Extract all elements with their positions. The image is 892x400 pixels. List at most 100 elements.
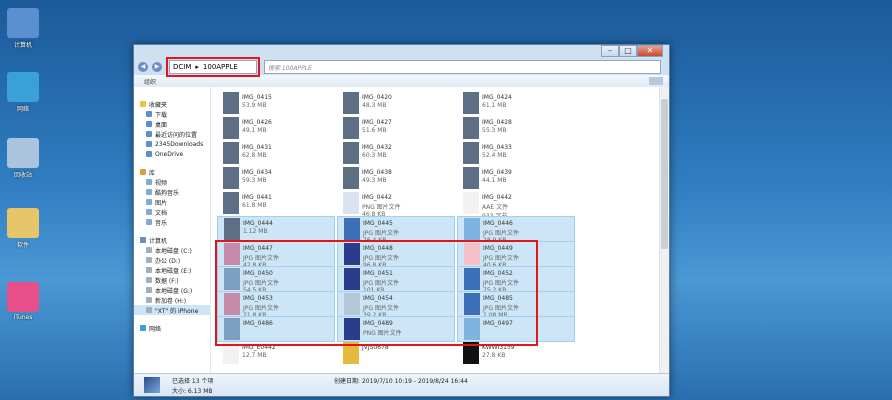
desktop-icon[interactable]: 网络 xyxy=(2,72,44,113)
close-button[interactable]: ✕ xyxy=(637,45,663,57)
file-thumbnail xyxy=(223,117,239,139)
file-name: KWWI3159 xyxy=(482,344,515,351)
address-bar[interactable]: DCIM ▸ 100APPLE xyxy=(169,60,257,74)
nav-item[interactable]: 图片 xyxy=(134,197,210,207)
file-item[interactable]: IMG_0486 xyxy=(217,316,335,342)
view-options-icon[interactable] xyxy=(649,77,663,85)
file-name: IMG_0489 xyxy=(363,320,393,327)
file-item[interactable]: IMG_0432 60.3 MB xyxy=(337,141,453,165)
file-name: IMG_0432 xyxy=(362,144,392,151)
nav-group[interactable]: 收藏夹 xyxy=(134,99,210,109)
file-item[interactable]: IMG_0445JPG 图片文件76.4 KB xyxy=(337,216,455,244)
nav-item[interactable]: 本地磁盘 (E:) xyxy=(134,265,210,275)
nav-item[interactable]: "XT" 的 iPhone xyxy=(134,305,210,315)
explorer-window: – □ ✕ ◀ ▶ DCIM ▸ 100APPLE 搜索 100APPLE 组织… xyxy=(133,44,670,397)
file-item[interactable]: IMG_0420 48.3 MB xyxy=(337,91,453,115)
search-input[interactable]: 搜索 100APPLE xyxy=(264,60,661,74)
file-item[interactable]: IMG_0453JPG 图片文件21.8 KB xyxy=(217,291,335,319)
file-thumbnail xyxy=(223,167,239,189)
file-item[interactable]: IMG_0441 61.8 MB xyxy=(217,191,333,215)
file-item[interactable]: IMG_0454JPG 图片文件39.2 KB xyxy=(337,291,455,319)
file-item[interactable]: IMG_0449JPG 图片文件40.6 KB xyxy=(457,241,575,269)
file-item[interactable]: IMG_0451JPG 图片文件101 KB xyxy=(337,266,455,294)
nav-group[interactable]: 计算机 xyxy=(134,235,210,245)
desktop-icon[interactable]: iTunes xyxy=(2,282,44,321)
file-item[interactable]: IMG_0438 49.3 MB xyxy=(337,166,453,190)
nav-item[interactable]: 新加卷 (H:) xyxy=(134,295,210,305)
file-item[interactable]: IMG_0428 55.3 MB xyxy=(457,116,573,140)
nav-item-icon xyxy=(146,219,152,225)
file-name: IMG_0442 xyxy=(362,194,392,201)
nav-item[interactable]: 视频 xyxy=(134,177,210,187)
file-size: 60.3 MB xyxy=(362,152,387,159)
nav-item[interactable]: 数据 (F:) xyxy=(134,275,210,285)
nav-label: 新加卷 (H:) xyxy=(155,297,187,305)
file-item[interactable]: IMG_0447JPG 图片文件42.8 KB xyxy=(217,241,335,269)
nav-item[interactable]: 最近访问的位置 xyxy=(134,129,210,139)
file-item[interactable]: JVJS0678 xyxy=(337,341,453,365)
file-item[interactable]: IMG_0424 61.1 MB xyxy=(457,91,573,115)
nav-item[interactable]: 酷狗音乐 xyxy=(134,187,210,197)
file-item[interactable]: IMG_0433 52.4 MB xyxy=(457,141,573,165)
file-item[interactable]: IMG_0444 1.12 MB xyxy=(217,216,335,242)
nav-item[interactable]: 音乐 xyxy=(134,217,210,227)
file-thumbnail xyxy=(223,92,239,114)
nav-item[interactable]: 本地磁盘 (G:) xyxy=(134,285,210,295)
organize-menu[interactable]: 组织 xyxy=(144,77,156,86)
forward-icon[interactable]: ▶ xyxy=(152,62,162,72)
file-name: IMG_0448 xyxy=(363,245,393,252)
back-icon[interactable]: ◀ xyxy=(138,62,148,72)
nav-item[interactable]: 文档 xyxy=(134,207,210,217)
title-bar: – □ ✕ xyxy=(134,45,669,59)
file-item[interactable]: IMG_0434 59.3 MB xyxy=(217,166,333,190)
nav-item[interactable]: 桌面 xyxy=(134,119,210,129)
nav-item[interactable]: 办公 (D:) xyxy=(134,255,210,265)
file-item[interactable]: IMG_0448JPG 图片文件96.8 KB xyxy=(337,241,455,269)
nav-item[interactable]: OneDrive xyxy=(134,149,210,159)
file-thumbnail xyxy=(463,192,479,214)
vertical-scrollbar[interactable] xyxy=(659,87,669,373)
file-thumbnail xyxy=(223,192,239,214)
file-item[interactable]: IMG_0439 44.1 MB xyxy=(457,166,573,190)
nav-item[interactable]: 本地磁盘 (C:) xyxy=(134,245,210,255)
file-item[interactable]: IMG_0426 49.1 MB xyxy=(217,116,333,140)
file-name: IMG_0426 xyxy=(242,119,272,126)
nav-item[interactable]: 2345Downloads xyxy=(134,139,210,149)
breadcrumb-dcim[interactable]: DCIM xyxy=(173,63,191,71)
file-item[interactable]: IMG_0452JPG 图片文件75.2 KB xyxy=(457,266,575,294)
file-item[interactable]: IMG_0446JPG 图片文件28.9 KB xyxy=(457,216,575,244)
nav-group[interactable]: 网络 xyxy=(134,323,210,333)
file-item[interactable]: IMG_0427 51.6 MB xyxy=(337,116,453,140)
file-item[interactable]: IMG_0442AAE 文件933 字节 xyxy=(457,191,573,220)
desktop-icon-label: 软件 xyxy=(16,242,29,249)
nav-group[interactable]: 库 xyxy=(134,167,210,177)
file-item[interactable]: IMG_0489 PNG 图片文件 xyxy=(337,316,455,342)
desktop-icon[interactable]: 计算机 xyxy=(2,8,44,49)
file-item[interactable]: IMG_0450JPG 图片文件54.5 KB xyxy=(217,266,335,294)
nav-item-icon xyxy=(146,277,152,283)
minimize-button[interactable]: – xyxy=(601,45,619,57)
nav-label: 桌面 xyxy=(155,121,168,129)
window-body: 收藏夹 下载桌面 最近访问的位置 2345Downloads OneDrive 库视频 酷狗… xyxy=(134,87,669,373)
desktop-icon-image xyxy=(7,72,39,102)
desktop-icon[interactable]: 软件 xyxy=(2,208,44,249)
file-type: JPG 图片文件 xyxy=(243,255,279,262)
file-item[interactable]: IMG_0431 62.8 MB xyxy=(217,141,333,165)
scrollbar-thumb[interactable] xyxy=(661,99,668,249)
file-item[interactable]: IMG_0442 PNG 图片文件 46.8 KB xyxy=(337,191,453,218)
nav-item[interactable]: 下载 xyxy=(134,109,210,119)
file-info: 49.3 MB xyxy=(362,177,387,184)
file-item[interactable]: IMG_E0442 12.7 MB xyxy=(217,341,333,365)
file-item[interactable]: IMG_0485JPG 图片文件1.08 MB xyxy=(457,291,575,319)
desktop-icon[interactable]: 回收站 xyxy=(2,138,44,179)
file-item[interactable]: KWWI3159 27.8 KB xyxy=(457,341,573,365)
file-item[interactable]: IMG_0497 xyxy=(457,316,575,342)
file-size: 55.3 MB xyxy=(482,127,507,134)
file-thumbnail xyxy=(343,92,359,114)
maximize-button[interactable]: □ xyxy=(619,45,637,57)
file-thumbnail xyxy=(463,142,479,164)
file-item[interactable]: IMG_0415 53.9 MB xyxy=(217,91,333,115)
file-list: IMG_0415 53.9 MB IMG_0420 48.3 MB IMG_0424 61… xyxy=(211,87,659,373)
breadcrumb-100apple[interactable]: 100APPLE xyxy=(203,63,238,71)
file-info: 59.3 MB xyxy=(242,177,267,184)
